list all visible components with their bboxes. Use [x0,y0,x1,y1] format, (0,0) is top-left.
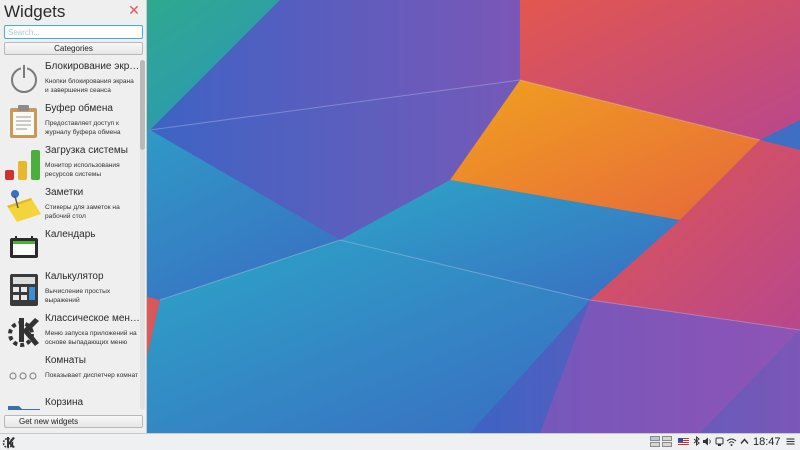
get-new-widgets-label: Get new widgets [19,417,79,426]
notes-icon [7,190,41,222]
widget-name: Заметки [45,187,84,198]
widget-name: Буфер обмена [45,103,113,114]
widget-list: Блокирование экр… Кнопки блокирования эк… [0,58,140,410]
pager-desktop-1[interactable] [650,436,660,441]
kde-menu-icon [8,318,39,347]
close-icon[interactable]: ✕ [127,3,141,17]
widget-name: Комнаты [45,355,86,366]
panel-title: Widgets [4,2,66,21]
get-new-widgets-button[interactable]: Get new widgets [4,415,143,428]
pager-desktop-3[interactable] [650,442,660,447]
widget-name: Загрузка системы [45,145,128,156]
pager-desktop-2[interactable] [662,436,672,441]
device-notifier-icon[interactable] [714,436,725,447]
hamburger-menu-icon[interactable] [785,436,796,447]
widget-description: Предоставляет доступ к журналу буфера об… [45,120,121,136]
list-item[interactable]: Загрузка системы Монитор использования р… [0,142,140,184]
widget-description: Показывает диспетчер комнат [45,372,138,379]
chevron-up-icon[interactable] [739,436,750,447]
widget-description: Монитор использования ресурсов системы [45,162,120,178]
virtual-desktop-pager [650,436,674,448]
volume-icon[interactable] [702,436,713,447]
widget-description: Кнопки блокирования экрана и завершения … [45,78,134,94]
list-item[interactable]: Блокирование экр… Кнопки блокирования эк… [0,58,140,100]
list-item[interactable]: Календарь [0,226,140,268]
list-item[interactable]: Комнаты Показывает диспетчер комнат [0,352,140,394]
widget-name: Календарь [45,229,96,240]
calendar-icon [10,236,38,258]
us-flag-icon[interactable] [678,436,689,447]
kde-launcher-icon[interactable] [2,435,16,449]
widget-name: Корзина [45,397,84,408]
widget-description: Вычисление простых выражений [45,288,111,304]
scroll-thumb[interactable] [140,60,145,150]
widget-name: Блокирование экр… [45,61,139,72]
list-item[interactable]: Буфер обмена Предоставляет доступ к журн… [0,100,140,142]
clock[interactable]: 18:47 [753,435,781,450]
taskbar: 18:47 [0,433,800,450]
pager-desktop-4[interactable] [662,442,672,447]
activities-icon [9,372,37,380]
network-icon[interactable] [726,436,737,447]
widget-description: Стикеры для заметок на рабочий стол [45,204,120,220]
list-item[interactable]: Калькулятор Вычисление простых выражений [0,268,140,310]
widget-name: Классическое мен… [45,313,139,324]
bluetooth-icon[interactable] [691,436,702,447]
scrollbar[interactable] [140,60,145,410]
clipboard-icon [10,105,37,138]
panel-header: Widgets ✕ [0,0,146,24]
list-item[interactable]: Классическое мен… Меню запуска приложени… [0,310,140,352]
widget-description: Меню запуска приложений на основе выпада… [45,330,137,346]
calculator-icon [10,274,38,306]
widgets-panel: Widgets ✕ Categories Блокирование экр… К… [0,0,147,433]
power-icon [11,64,37,93]
list-item[interactable]: Корзина [0,394,140,410]
system-load-icon [5,150,40,180]
categories-button[interactable]: Categories [4,42,143,55]
widget-name: Калькулятор [45,271,104,282]
trash-folder-icon [8,406,40,410]
search-input[interactable] [4,25,143,39]
list-item[interactable]: Заметки Стикеры для заметок на рабочий с… [0,184,140,226]
